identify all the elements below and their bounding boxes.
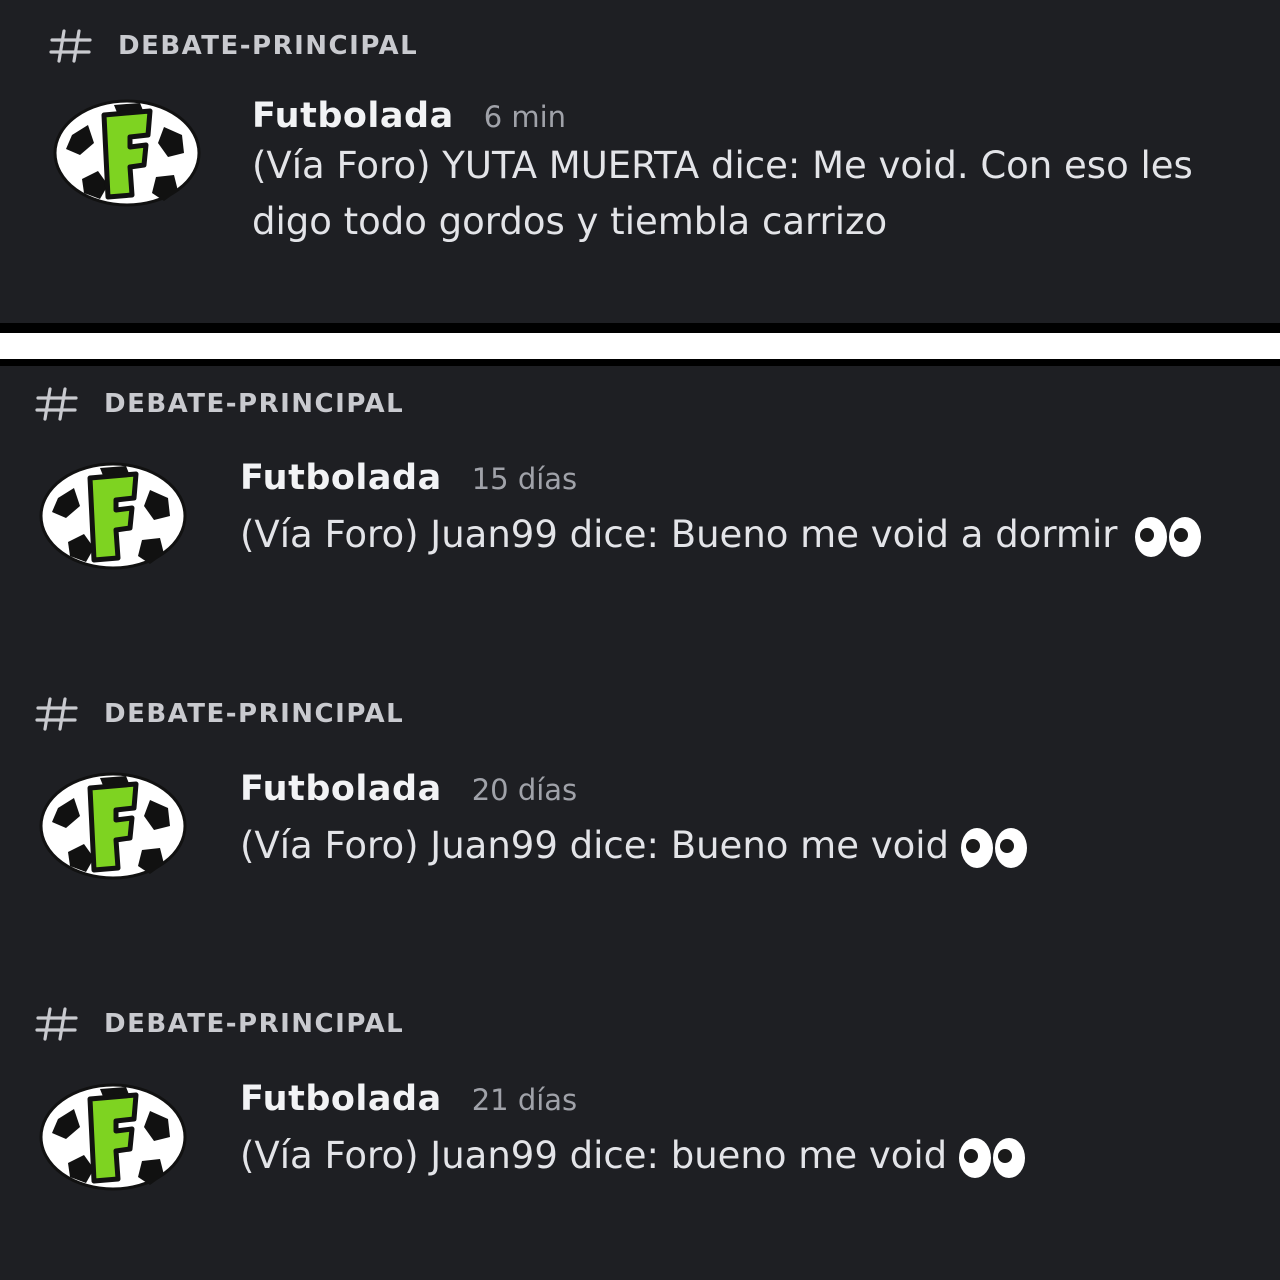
message-panel-2: DEBATE-PRINCIPAL Futbolada 15 días (Vía … <box>0 366 1280 1280</box>
author-name[interactable]: Futbolada <box>252 96 454 136</box>
channel-header[interactable]: DEBATE-PRINCIPAL <box>34 1006 404 1042</box>
eyes-emoji <box>960 827 1027 868</box>
separator <box>0 333 1280 359</box>
message-text: (Vía Foro) Juan99 dice: Bueno me void a … <box>240 513 1118 556</box>
message: Futbolada 21 días (Vía Foro) Juan99 dice… <box>240 1079 1240 1185</box>
hash-icon <box>35 1007 78 1041</box>
soccer-ball-logo <box>39 462 187 570</box>
timestamp: 21 días <box>471 1083 578 1117</box>
hash-icon <box>49 29 92 63</box>
message-text: (Vía Foro) YUTA MUERTA dice: Me void. Co… <box>252 144 1193 243</box>
channel-name: DEBATE-PRINCIPAL <box>104 1009 405 1039</box>
message: Futbolada 15 días (Vía Foro) Juan99 dice… <box>240 458 1240 564</box>
channel-header[interactable]: DEBATE-PRINCIPAL <box>48 28 418 64</box>
channel-header[interactable]: DEBATE-PRINCIPAL <box>34 696 404 732</box>
message: Futbolada 6 min (Vía Foro) YUTA MUERTA d… <box>252 96 1252 250</box>
message: Futbolada 20 días (Vía Foro) Juan99 dice… <box>240 769 1240 875</box>
avatar[interactable] <box>38 1081 188 1193</box>
channel-name: DEBATE-PRINCIPAL <box>118 31 419 61</box>
soccer-ball-logo <box>53 99 201 207</box>
author-name[interactable]: Futbolada <box>240 769 442 809</box>
soccer-ball-logo <box>39 772 187 880</box>
avatar[interactable] <box>38 770 188 882</box>
soccer-ball-logo <box>39 1083 187 1191</box>
timestamp: 15 días <box>471 462 578 496</box>
channel-header[interactable]: DEBATE-PRINCIPAL <box>34 386 404 422</box>
hash-icon <box>35 697 78 731</box>
avatar[interactable] <box>52 97 202 209</box>
author-name[interactable]: Futbolada <box>240 458 442 498</box>
timestamp: 6 min <box>483 100 567 134</box>
message-panel-1: DEBATE-PRINCIPAL Futbolada 6 min (Vía Fo… <box>0 0 1280 323</box>
channel-name: DEBATE-PRINCIPAL <box>104 699 405 729</box>
hash-icon <box>35 387 78 421</box>
avatar[interactable] <box>38 460 188 572</box>
channel-name: DEBATE-PRINCIPAL <box>104 389 405 419</box>
timestamp: 20 días <box>471 773 578 807</box>
eyes-emoji <box>1135 516 1202 557</box>
eyes-emoji <box>958 1137 1025 1178</box>
message-text: (Vía Foro) Juan99 dice: Bueno me void <box>240 824 950 867</box>
message-text: (Vía Foro) Juan99 dice: bueno me void <box>240 1134 948 1177</box>
author-name[interactable]: Futbolada <box>240 1079 442 1119</box>
